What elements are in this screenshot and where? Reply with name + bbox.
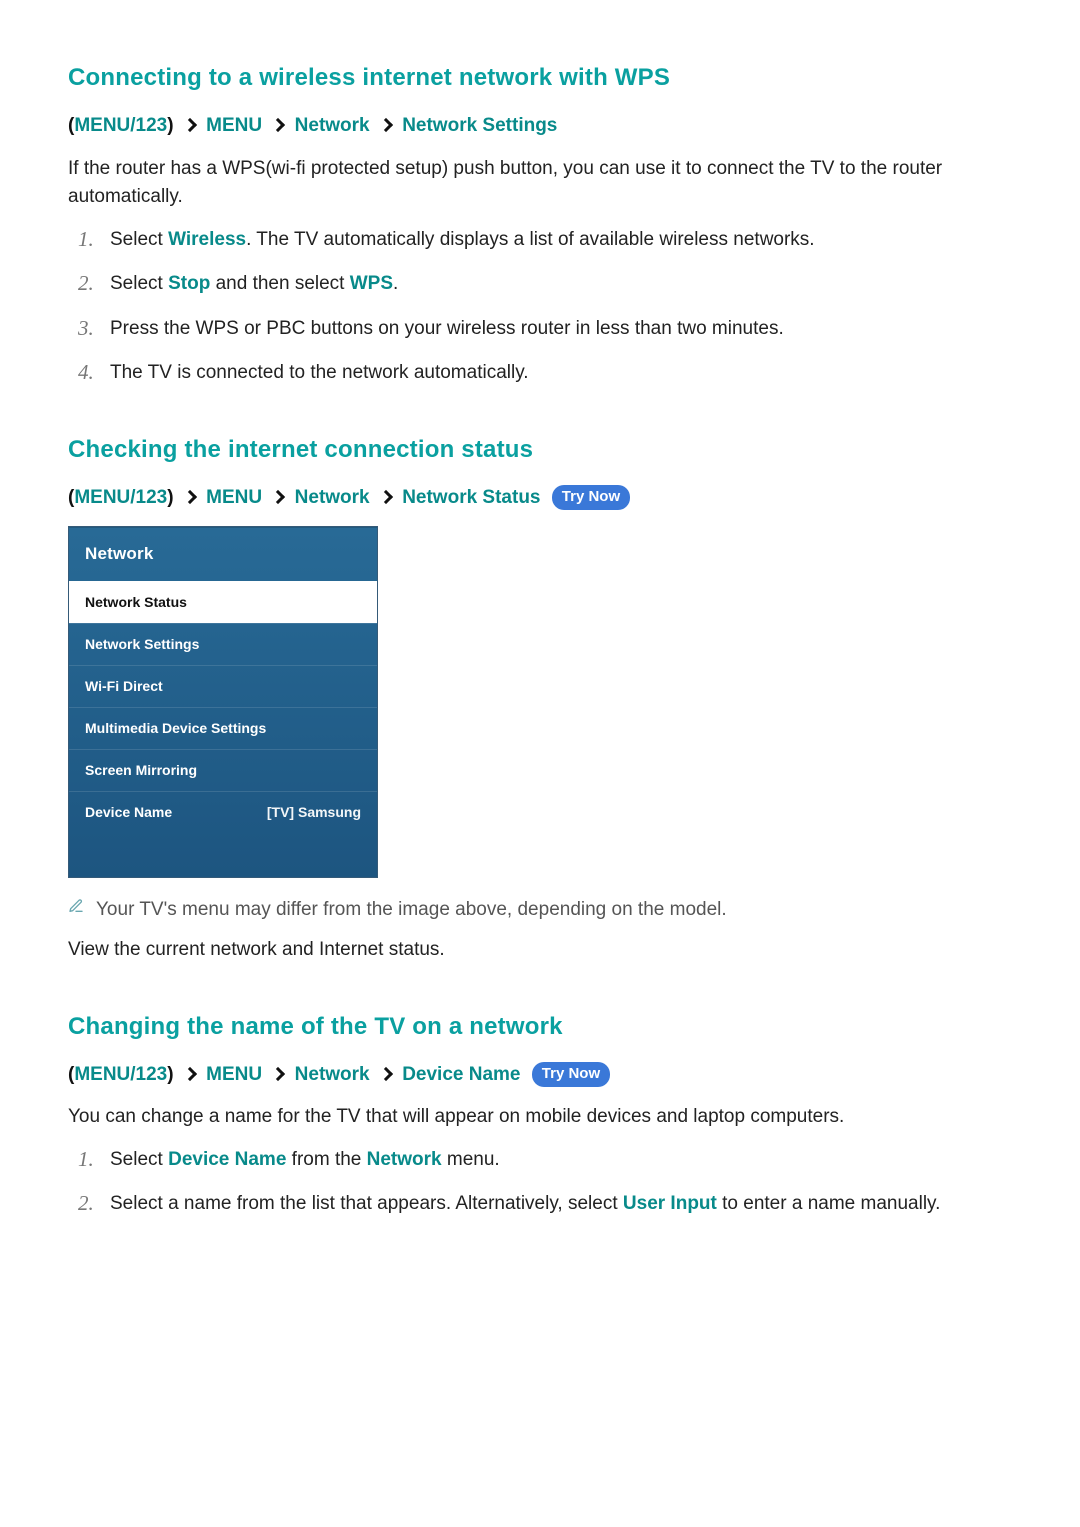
step-text: Select [110,1149,168,1170]
chevron-right-icon [379,490,393,504]
panel-item-label: Screen Mirroring [85,760,197,781]
intro-wps: If the router has a WPS(wi-fi protected … [68,155,1012,212]
path-item[interactable]: MENU [206,487,262,508]
path-item[interactable]: Network [295,487,370,508]
panel-item-label: Wi-Fi Direct [85,676,163,697]
step-text: and then select [210,273,349,294]
step-text: . [393,273,398,294]
step-text: Select [110,229,168,250]
panel-item-label: Network Status [85,592,187,613]
panel-item-screen-mirroring[interactable]: Screen Mirroring [69,749,377,791]
chevron-right-icon [183,118,197,132]
panel-item-network-status[interactable]: Network Status [69,581,377,623]
paren-close: ) [167,115,173,136]
chevron-right-icon [183,1067,197,1081]
body-status: View the current network and Internet st… [68,936,1012,965]
step-text: Select a name from the list that appears… [110,1193,623,1214]
pencil-icon [68,898,84,914]
panel-item-label: Multimedia Device Settings [85,718,266,739]
path-item[interactable]: MENU [206,115,262,136]
section-wps: Connecting to a wireless internet networ… [68,60,1012,388]
heading-rename: Changing the name of the TV on a network [68,1009,1012,1045]
try-now-badge[interactable]: Try Now [552,485,630,511]
paren-close: ) [167,1064,173,1085]
chevron-right-icon [379,1067,393,1081]
heading-wps: Connecting to a wireless internet networ… [68,60,1012,96]
step: Select a name from the list that appears… [78,1190,1012,1219]
breadcrumb-status: (MENU/123) MENU Network Network Status T… [68,484,1012,513]
path-item[interactable]: Network [295,1064,370,1085]
step-text: Select [110,273,168,294]
note: Your TV's menu may differ from the image… [68,896,1012,925]
note-text: Your TV's menu may differ from the image… [96,896,727,925]
panel-spacer [69,833,377,877]
path-item[interactable]: Network [295,115,370,136]
intro-rename: You can change a name for the TV that wi… [68,1103,1012,1132]
path-item[interactable]: Network Status [402,487,540,508]
step: Select Wireless. The TV automatically di… [78,226,1012,255]
chevron-right-icon [379,118,393,132]
path-root[interactable]: MENU/123 [74,487,167,508]
breadcrumb-rename: (MENU/123) MENU Network Device Name Try … [68,1061,1012,1090]
step-text: from the [286,1149,366,1170]
step: Select Stop and then select WPS. [78,270,1012,299]
path-item[interactable]: MENU [206,1064,262,1085]
try-now-badge[interactable]: Try Now [532,1062,610,1088]
step: Press the WPS or PBC buttons on your wir… [78,315,1012,344]
step-text: . The TV automatically displays a list o… [246,229,815,250]
path-root[interactable]: MENU/123 [74,115,167,136]
panel-item-network-settings[interactable]: Network Settings [69,623,377,665]
step: The TV is connected to the network autom… [78,359,1012,388]
steps-wps: Select Wireless. The TV automatically di… [78,226,1012,388]
keyword-stop: Stop [168,273,210,294]
path-root[interactable]: MENU/123 [74,1064,167,1085]
network-menu-panel: Network Network Status Network Settings … [68,526,378,878]
panel-item-device-name[interactable]: Device Name [TV] Samsung [69,791,377,833]
panel-item-label: Device Name [85,802,172,823]
panel-item-value: [TV] Samsung [267,802,361,823]
breadcrumb-wps: (MENU/123) MENU Network Network Settings [68,112,1012,141]
chevron-right-icon [183,490,197,504]
keyword-wireless: Wireless [168,229,246,250]
chevron-right-icon [271,490,285,504]
panel-item-label: Network Settings [85,634,199,655]
step: Select Device Name from the Network menu… [78,1146,1012,1175]
chevron-right-icon [271,118,285,132]
paren-close: ) [167,487,173,508]
steps-rename: Select Device Name from the Network menu… [78,1146,1012,1219]
heading-status: Checking the internet connection status [68,432,1012,468]
section-rename: Changing the name of the TV on a network… [68,1009,1012,1219]
path-item[interactable]: Device Name [402,1064,520,1085]
keyword-device-name: Device Name [168,1149,286,1170]
keyword-user-input: User Input [623,1193,717,1214]
panel-title: Network [69,527,377,581]
keyword-wps: WPS [350,273,393,294]
panel-item-wifi-direct[interactable]: Wi-Fi Direct [69,665,377,707]
panel-item-multimedia[interactable]: Multimedia Device Settings [69,707,377,749]
section-status: Checking the internet connection status … [68,432,1012,965]
step-text: to enter a name manually. [717,1193,941,1214]
keyword-network: Network [367,1149,442,1170]
chevron-right-icon [271,1067,285,1081]
path-item[interactable]: Network Settings [402,115,557,136]
step-text: menu. [442,1149,500,1170]
